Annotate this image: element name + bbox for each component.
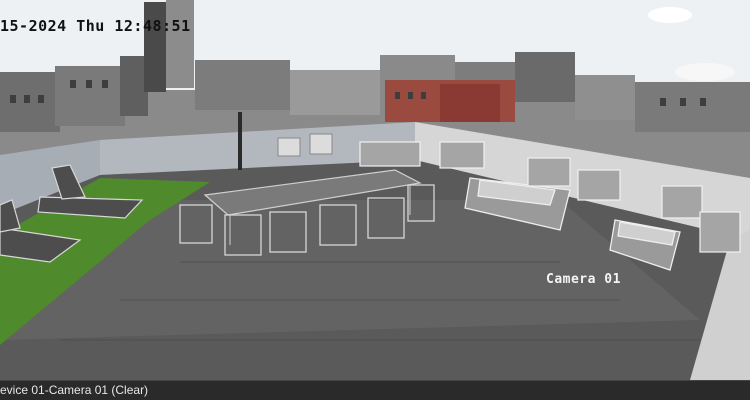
cloud (648, 7, 692, 23)
osd-camera-label: Camera 01 (546, 272, 621, 287)
camera-feed[interactable]: 15-2024 Thu 12:48:51 Camera 01 (0, 0, 750, 380)
osd-timestamp: 15-2024 Thu 12:48:51 (0, 17, 191, 35)
cloud (675, 63, 735, 81)
status-bar: evice 01-Camera 01 (Clear) (0, 380, 750, 400)
rooftop-scene (0, 0, 750, 380)
channel-label: evice 01-Camera 01 (Clear) (0, 383, 149, 397)
camera-viewer: 15-2024 Thu 12:48:51 Camera 01 evice 01-… (0, 0, 750, 400)
